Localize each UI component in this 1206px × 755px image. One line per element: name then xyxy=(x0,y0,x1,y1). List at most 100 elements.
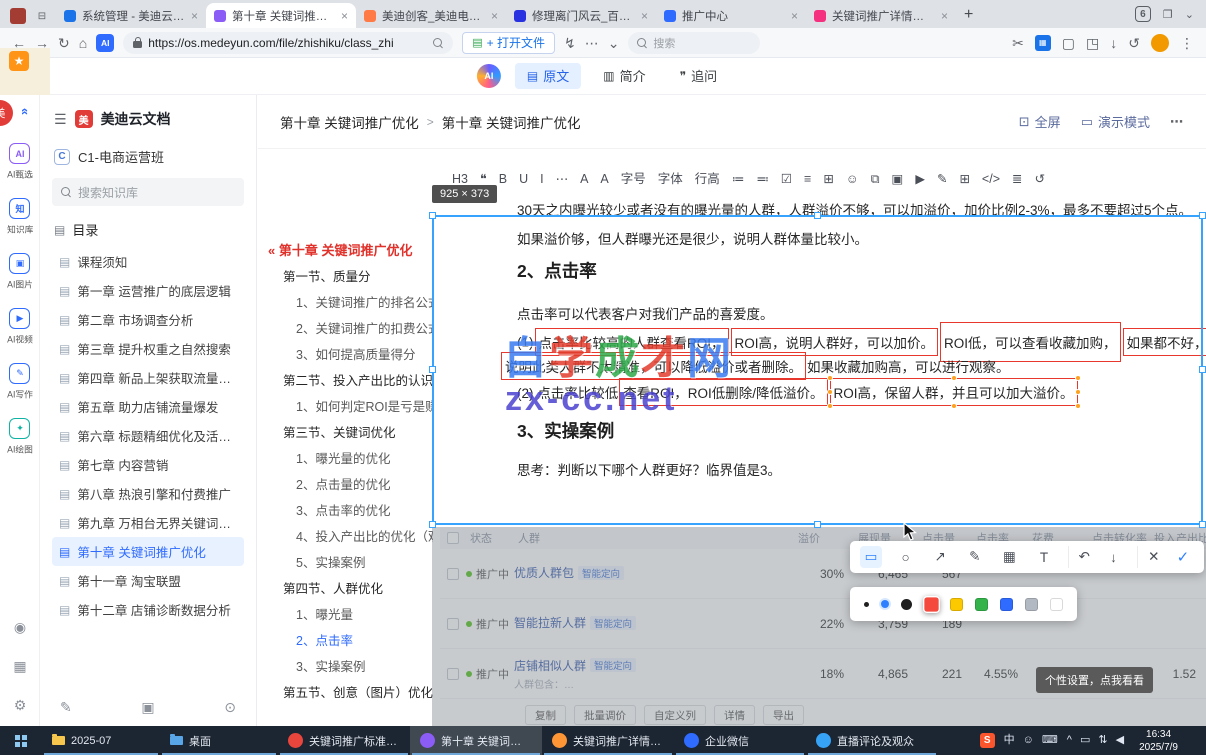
outline-item[interactable]: 第二节、投入产出比的认识 xyxy=(257,368,433,394)
toolbar-more-icon[interactable]: ⋯ xyxy=(585,36,599,50)
italic-icon[interactable]: I xyxy=(540,173,543,186)
annotation-handle[interactable] xyxy=(826,375,833,381)
undo-tool[interactable]: ↶ xyxy=(1067,546,1090,568)
address-bar[interactable]: https://os.medeyun.com/file/zhishiku/cla… xyxy=(123,31,454,54)
ai-extension-icon[interactable]: AI xyxy=(96,33,115,52)
outline-item[interactable]: 1、曝光量 xyxy=(257,602,433,628)
taskbar-app[interactable]: 关键词推广详情页... xyxy=(542,726,674,755)
indent-icon[interactable]: ⊞ xyxy=(823,173,833,186)
chapter-item[interactable]: ▤ 第一章 运营推广的底层逻辑 xyxy=(52,276,244,305)
tabbar-menu-icon[interactable]: ⌄ xyxy=(1185,8,1194,21)
chapter-item[interactable]: ▤ 第五章 助力店铺流量爆发 xyxy=(52,392,244,421)
outline-item[interactable]: 第五节、创意（图片）优化 xyxy=(257,680,433,706)
settings-gear-icon[interactable]: ⚙ xyxy=(14,697,27,714)
ellipse-tool[interactable]: ○ xyxy=(895,546,917,568)
annotation-handle[interactable] xyxy=(826,389,833,395)
profile-avatar[interactable] xyxy=(1151,33,1169,52)
pc-status-icon[interactable]: ▭ xyxy=(1080,735,1090,746)
outline-item[interactable]: 第一节、质量分 xyxy=(257,264,433,290)
open-file-button[interactable]: ▤ + 打开文件 xyxy=(462,31,555,54)
tab-close-icon[interactable]: × xyxy=(641,9,648,23)
font-color-icon[interactable]: A xyxy=(580,173,588,186)
chapter-item[interactable]: ▤ 第八章 热浪引擎和付费推广 xyxy=(52,479,244,508)
heading-style-select[interactable]: H3 xyxy=(452,173,468,186)
chapter-item[interactable]: ▤ 第六章 标题精细优化及活动推广 xyxy=(52,421,244,450)
browser-tab[interactable]: 系统管理 - 美迪云管理... × xyxy=(56,3,206,28)
mosaic-tool[interactable]: ▦ xyxy=(998,546,1020,568)
tray-expand-icon[interactable]: ^ xyxy=(1067,735,1072,746)
pen-tool[interactable]: ✎ xyxy=(964,546,986,568)
browser-tab[interactable]: 修理离门风云_百度搜索 × xyxy=(506,3,656,28)
outline-item[interactable]: « 第十章 关键词推广优化 xyxy=(257,238,433,264)
outline-item[interactable]: 1、曝光量的优化 xyxy=(257,446,433,472)
code-icon[interactable]: </> xyxy=(982,173,1000,186)
sogou-input-icon[interactable]: S xyxy=(979,733,995,748)
browser-tab[interactable]: 关键词推广详情页_万相... × xyxy=(806,3,956,28)
rail-item[interactable]: ▶ AI视频 xyxy=(6,308,34,346)
align-icon[interactable]: ≡ xyxy=(804,173,811,186)
browser-app-icon[interactable] xyxy=(10,8,26,24)
annotation-handle[interactable] xyxy=(1074,403,1081,409)
breadcrumb-parent[interactable]: 第十章 关键词推广优化 xyxy=(280,112,419,132)
annotation-handle[interactable] xyxy=(1074,389,1081,395)
extensions-icon[interactable]: ◳ xyxy=(1086,36,1099,50)
taskbar-folder[interactable]: 2025-07 xyxy=(42,726,160,755)
taskbar-app[interactable]: 企业微信 xyxy=(674,726,806,755)
ordered-list-icon[interactable]: ≕ xyxy=(756,173,769,186)
power-icon[interactable]: ⊙ xyxy=(224,699,236,716)
chapter-item[interactable]: ▤ 课程须知 xyxy=(52,247,244,276)
chapter-item[interactable]: ▤ 第三章 提升权重之自然搜索 xyxy=(52,334,244,363)
rail-item[interactable]: ▣ AI图片 xyxy=(6,253,34,291)
swatch-green[interactable] xyxy=(975,597,988,611)
task-list-icon[interactable]: ☑ xyxy=(781,173,792,186)
rail-item[interactable]: AI AI甄选 xyxy=(6,143,34,181)
flash-icon[interactable]: ↯ xyxy=(564,36,576,50)
chapter-item[interactable]: ▤ 第十章 关键词推广优化 xyxy=(52,537,244,566)
rail-item[interactable]: ✦ AI绘图 xyxy=(6,418,34,456)
window-restore-icon[interactable]: ❐ xyxy=(1163,8,1173,21)
collapse-rail-icon[interactable]: « xyxy=(18,108,33,115)
taskbar-app[interactable]: 关键词推广标准计... xyxy=(278,726,410,755)
bullet-list-icon[interactable]: ≔ xyxy=(732,173,745,186)
browser-menu-icon[interactable]: ⋮ xyxy=(1180,36,1194,50)
arrow-tool[interactable]: ↗ xyxy=(929,546,951,568)
edit-icon[interactable]: ✎ xyxy=(60,699,72,716)
text-tool[interactable]: T xyxy=(1033,546,1055,568)
bookmark-star-icon[interactable]: ★ xyxy=(9,51,29,71)
swatch-yellow[interactable] xyxy=(950,597,963,611)
highlight-color-icon[interactable]: A xyxy=(600,173,608,186)
swatch-red[interactable] xyxy=(923,595,940,613)
chapter-item[interactable]: ▤ 第二章 市场调查分析 xyxy=(52,305,244,334)
pin-icon[interactable]: ◉ xyxy=(14,619,26,636)
swatch-blue[interactable] xyxy=(1000,597,1013,611)
image-icon[interactable]: ▣ xyxy=(892,173,904,186)
blockquote-icon[interactable]: ❝ xyxy=(480,173,487,186)
downloads-icon[interactable]: ↓ xyxy=(1110,36,1117,50)
brush-size-small[interactable] xyxy=(864,601,869,607)
browser-tab[interactable]: 美迪创客_美迪电商_美... × xyxy=(356,3,506,28)
fullscreen-button[interactable]: ⊡ 全屏 xyxy=(1019,112,1061,131)
outline-item[interactable]: 4、投入产出比的优化（观察7天/15... xyxy=(257,524,433,550)
capture-scissors-icon[interactable]: ✂ xyxy=(1012,36,1024,50)
outline-item[interactable]: 2、点击率 xyxy=(257,628,433,654)
draw-icon[interactable]: ✎ xyxy=(937,173,947,186)
rect-tool[interactable]: ▭ xyxy=(860,546,882,568)
url-text[interactable]: https://os.medeyun.com/file/zhishiku/cla… xyxy=(148,36,427,50)
find-box[interactable]: 搜索 xyxy=(628,31,761,54)
outline-item[interactable]: 1、如何判定ROI是亏是赚 xyxy=(257,394,433,420)
toolbar-caret-icon[interactable]: ⌄ xyxy=(608,36,620,50)
emoji-icon[interactable]: ☺ xyxy=(846,173,859,186)
confirm-capture[interactable]: ✓ xyxy=(1172,546,1194,568)
taskbar-clock[interactable]: 16:34 2025/7/9 xyxy=(1133,728,1184,754)
chapter-item[interactable]: ▤ 第十二章 店铺诊断数据分析 xyxy=(52,595,244,624)
outline-item[interactable]: 第三节、关键词优化 xyxy=(257,420,433,446)
reload-icon[interactable]: ↻ xyxy=(58,36,70,50)
brush-size-large[interactable] xyxy=(901,598,912,610)
new-tab-button[interactable]: + xyxy=(964,6,973,24)
annotation-handle[interactable] xyxy=(826,403,833,409)
hamburger-icon[interactable]: ☰ xyxy=(54,111,67,128)
tab-close-icon[interactable]: × xyxy=(191,9,198,23)
class-selector[interactable]: C C1-电商运营班 xyxy=(52,147,244,166)
outline-item[interactable]: 3、如何提高质量得分 xyxy=(257,342,433,368)
cancel-capture[interactable]: ✕ xyxy=(1137,546,1159,568)
